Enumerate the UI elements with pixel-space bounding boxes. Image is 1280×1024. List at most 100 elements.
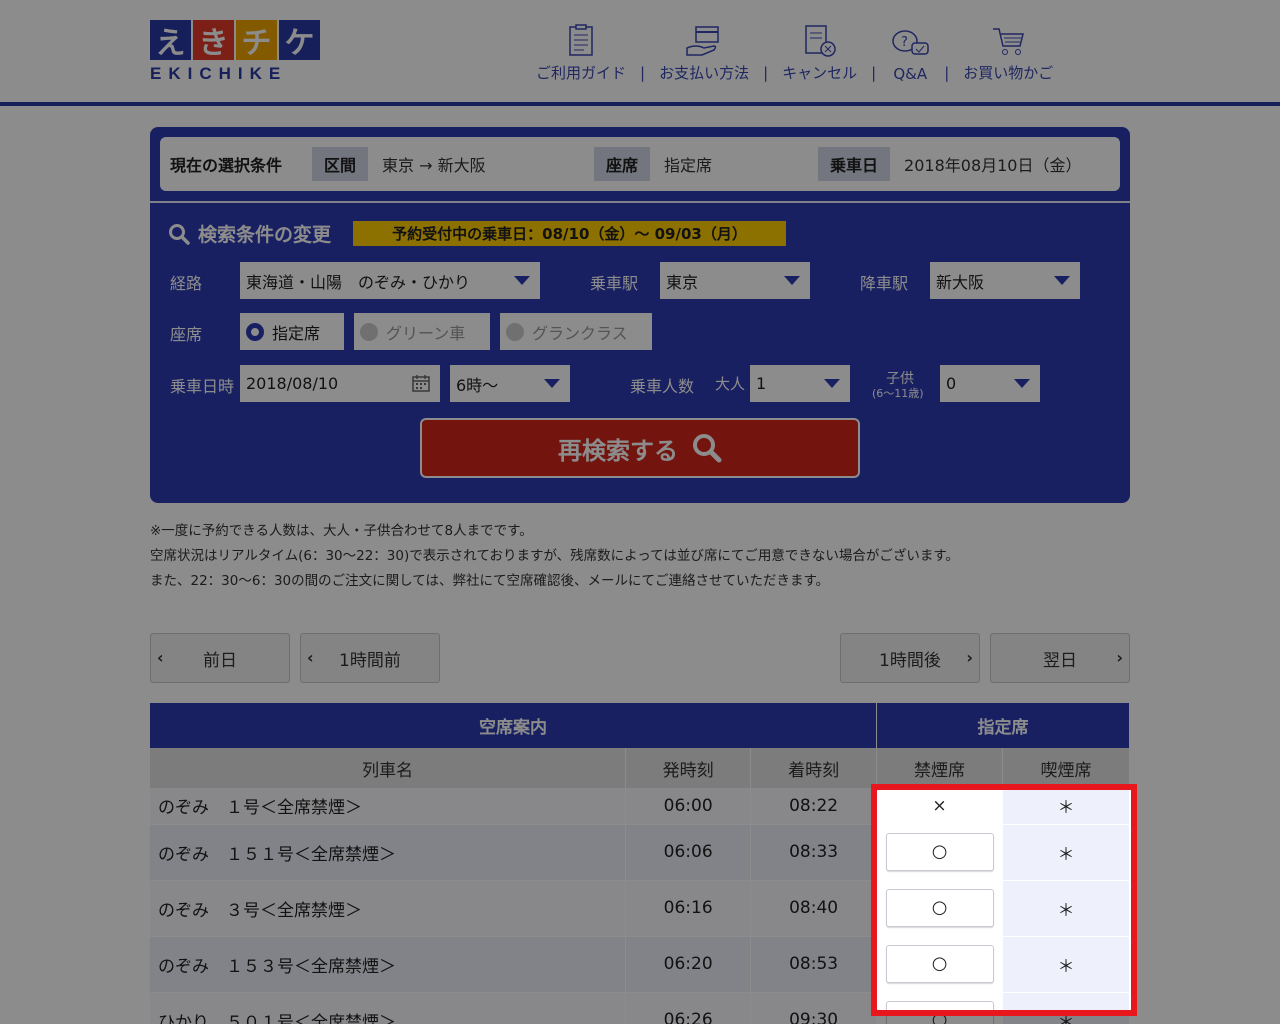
route-select[interactable]: 東海道・山陽 のぞみ・ひかり xyxy=(240,262,540,299)
time-value: 6時～ xyxy=(456,375,499,395)
site-header: え き チ ケ EKICHIKE ご利用ガイド | お支払い方法 | キャンセル… xyxy=(0,0,1280,106)
passenger-count-label: 乗車人数 xyxy=(630,377,695,396)
nav-cart[interactable]: お買い物かご xyxy=(957,24,1059,83)
search-icon xyxy=(169,223,190,245)
radio-label: グリーン車 xyxy=(386,323,466,343)
reserved-seat-header: 指定席 xyxy=(876,703,1130,748)
note-line: また、22：30～6：30の間のご注文に関しては、弊社にて空席確認後、メールにて… xyxy=(150,573,830,589)
divider xyxy=(150,201,1130,203)
chevron-left-icon: ‹ xyxy=(307,648,314,667)
prev-day-button[interactable]: ‹ 前日 xyxy=(150,633,290,683)
radio-selected-icon xyxy=(246,322,264,341)
child-value: 0 xyxy=(946,374,957,393)
time-select[interactable]: 6時～ xyxy=(450,365,570,402)
arrival-time: 08:53 xyxy=(750,936,878,993)
current-condition-bar: 現在の選択条件 区間 東京 → 新大阪 座席 指定席 乗車日 2018年08月1… xyxy=(160,137,1120,191)
board-station-value: 東京 xyxy=(666,272,699,292)
seat-radio-granclass[interactable]: グランクラス xyxy=(500,313,652,350)
board-station-label: 乗車駅 xyxy=(590,274,639,293)
nav-qa[interactable]: ? Q&A xyxy=(884,27,936,83)
nav-cancel[interactable]: キャンセル xyxy=(776,24,863,83)
booking-period-badge: 予約受付中の乗車日：08/10（金）～ 09/03（月） xyxy=(353,221,786,246)
ekichike-logo[interactable]: え き チ ケ EKICHIKE xyxy=(150,20,320,84)
train-name: ひかり ５０１号＜全席禁煙＞ xyxy=(150,992,627,1024)
route-label: 経路 xyxy=(170,274,203,293)
departure-time: 06:26 xyxy=(625,992,752,1024)
prev-hour-button[interactable]: ‹ 1時間前 xyxy=(300,633,440,683)
document-icon xyxy=(569,24,593,56)
departure-time: 06:06 xyxy=(625,824,752,881)
nav-label: お買い物かご xyxy=(963,64,1054,82)
search-icon xyxy=(693,434,722,463)
cancel-document-icon xyxy=(804,25,836,57)
radio-unselected-icon xyxy=(360,322,378,341)
train-name: のぞみ １５１号＜全席禁煙＞ xyxy=(150,824,627,881)
board-station-select[interactable]: 東京 xyxy=(660,262,810,299)
next-day-button[interactable]: 翌日 › xyxy=(990,633,1130,683)
logo-tile: ケ xyxy=(279,20,320,61)
nav-separator: | xyxy=(640,64,646,82)
departure-header: 発時刻 xyxy=(625,748,752,788)
chevron-down-icon xyxy=(544,379,560,388)
date-input-value: 2018/08/10 xyxy=(246,374,339,393)
seat-value: 指定席 xyxy=(664,156,713,175)
departure-time: 06:16 xyxy=(625,880,752,937)
next-day-label: 翌日 xyxy=(1043,650,1077,671)
alight-station-value: 新大阪 xyxy=(936,272,985,292)
notes: ※一度に予約できる人数は、大人・子供合わせて8人までです。 空席状況はリアルタイ… xyxy=(150,519,959,594)
train-name: のぞみ １５３号＜全席禁煙＞ xyxy=(150,936,627,993)
nav-payment[interactable]: お支払い方法 xyxy=(653,24,755,83)
seat-radio-green[interactable]: グリーン車 xyxy=(354,313,490,350)
date-tag: 乗車日 xyxy=(818,147,891,181)
departure-time: 06:20 xyxy=(625,936,752,993)
adult-select[interactable]: 1 xyxy=(750,365,850,402)
next-hour-button[interactable]: 1時間後 › xyxy=(840,633,980,683)
logo-tile: チ xyxy=(236,20,277,61)
search-change-heading: 検索条件の変更 xyxy=(168,220,331,247)
arrival-time: 08:22 xyxy=(750,788,878,825)
chevron-down-icon xyxy=(514,276,530,285)
header-nav: ご利用ガイド | お支払い方法 | キャンセル | ? Q&A | お買い物かご xyxy=(530,24,1059,83)
section-tag: 区間 xyxy=(312,147,369,181)
child-select[interactable]: 0 xyxy=(940,365,1040,402)
route-value: 東海道・山陽 のぞみ・ひかり xyxy=(246,272,471,292)
nonsmoking-header: 禁煙席 xyxy=(876,748,1004,788)
logo-tile: え xyxy=(150,20,191,61)
chevron-left-icon: ‹ xyxy=(157,648,164,667)
calendar-icon[interactable] xyxy=(412,374,430,392)
date-value: 2018年08月10日（金） xyxy=(904,156,1082,175)
seat-radio-reserved[interactable]: 指定席 xyxy=(240,313,344,350)
adult-label: 大人 xyxy=(715,375,746,393)
search-heading-text: 検索条件の変更 xyxy=(198,224,332,246)
search-panel: 現在の選択条件 区間 東京 → 新大阪 座席 指定席 乗車日 2018年08月1… xyxy=(150,127,1130,503)
question-bubble-icon: ? xyxy=(892,30,929,55)
research-button-label: 再検索する xyxy=(558,436,678,465)
radio-label: 指定席 xyxy=(272,323,321,343)
alight-station-label: 降車駅 xyxy=(860,274,909,293)
radio-label: グランクラス xyxy=(532,323,628,343)
card-payment-icon xyxy=(686,26,719,56)
seat-tag: 座席 xyxy=(594,147,651,181)
note-line: 空席状況はリアルタイム(6：30～22：30)で表示されておりますが、残席数によ… xyxy=(150,548,959,564)
train-name: のぞみ １号＜全席禁煙＞ xyxy=(150,788,627,825)
nav-guide[interactable]: ご利用ガイド xyxy=(530,24,632,83)
nav-label: お支払い方法 xyxy=(659,64,750,82)
note-line: ※一度に予約できる人数は、大人・子供合わせて8人までです。 xyxy=(150,523,533,539)
prev-day-label: 前日 xyxy=(203,650,237,671)
train-name: のぞみ ３号＜全席禁煙＞ xyxy=(150,880,627,937)
research-button[interactable]: 再検索する xyxy=(420,418,860,478)
next-hour-label: 1時間後 xyxy=(879,650,941,671)
highlight-frame xyxy=(871,784,1137,1016)
cart-icon xyxy=(993,28,1025,55)
child-age-note: (6～11歳) xyxy=(872,387,924,400)
date-input[interactable]: 2018/08/10 xyxy=(240,365,440,402)
chevron-down-icon xyxy=(784,276,800,285)
alight-station-select[interactable]: 新大阪 xyxy=(930,262,1080,299)
date-time-label: 乗車日時 xyxy=(170,377,235,396)
adult-value: 1 xyxy=(756,374,767,393)
seat-type-label: 座席 xyxy=(170,325,203,344)
condition-title: 現在の選択条件 xyxy=(170,156,283,175)
radio-unselected-icon xyxy=(506,322,524,341)
svg-text:?: ? xyxy=(901,35,908,50)
arrival-header: 着時刻 xyxy=(750,748,878,788)
